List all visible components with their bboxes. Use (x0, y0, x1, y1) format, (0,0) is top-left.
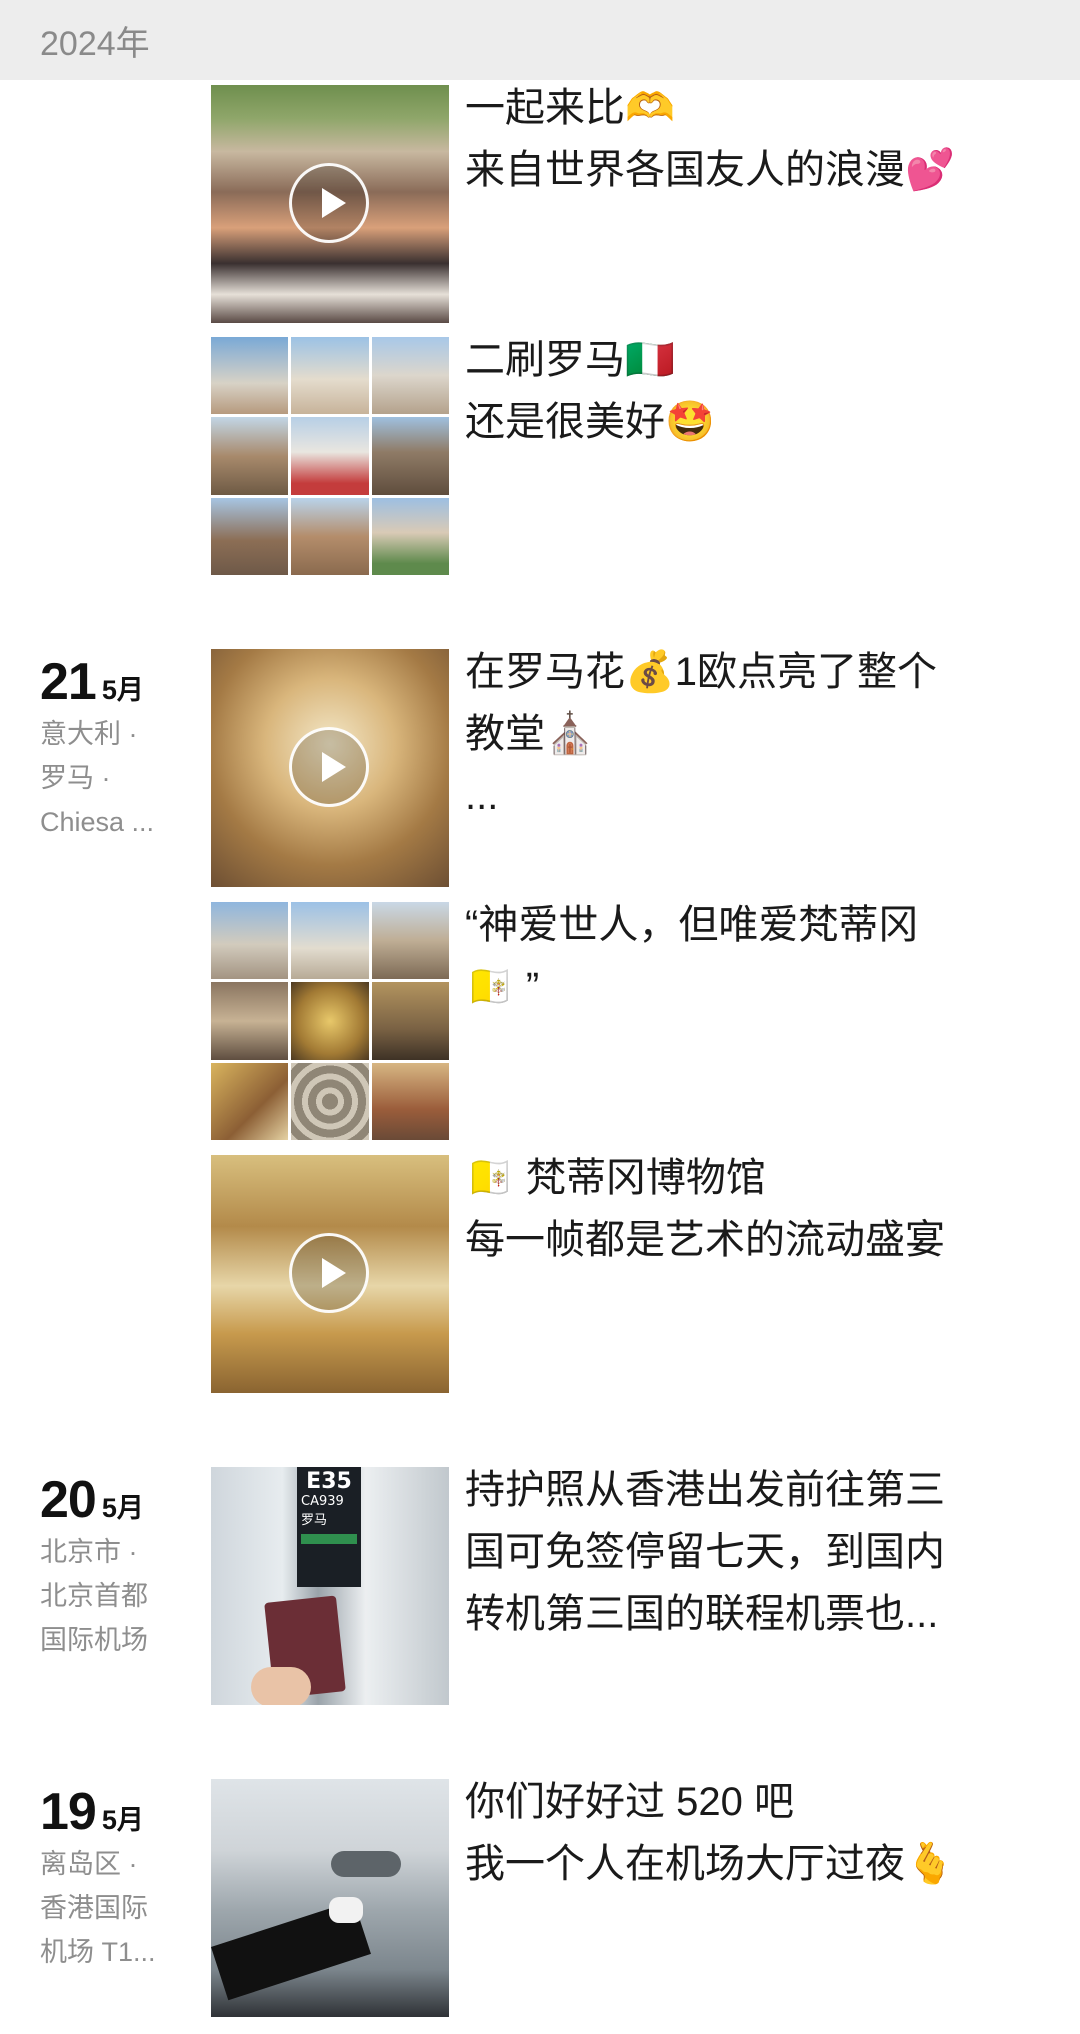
post-caption[interactable]: 一起来比🫶 来自世界各国友人的浪漫💕 (465, 77, 1025, 201)
month-label: 5月 (101, 675, 144, 705)
caption-line: 你们好好过 520 吧 (465, 1780, 794, 1824)
location-line: 离岛区 · (40, 1849, 138, 1879)
date-block: 19 5月 离岛区 · 香港国际 机场 T1... (40, 1782, 190, 1974)
sneaker (329, 1897, 363, 1923)
caption-line: ... (465, 774, 499, 818)
photo-grid[interactable] (211, 902, 449, 1140)
post-caption[interactable]: 持护照从香港出发前往第三 国可免签停留七天，到国内 转机第三国的联程机票也... (465, 1459, 1025, 1645)
caption-line: 来自世界各国友人的浪漫💕 (465, 148, 955, 192)
day-number: 21 (40, 653, 97, 711)
flight-number: CA939 (301, 1494, 344, 1509)
photo-thumb (371, 1062, 449, 1140)
gate-number: E35 (306, 1469, 352, 1494)
post-item[interactable]: 二刷罗马🇮🇹 还是很美好🤩 (211, 337, 1041, 575)
post-caption[interactable]: “神爱世人，但唯爱梵蒂冈 🇻🇦 ” (465, 894, 1025, 1018)
play-icon[interactable] (289, 727, 369, 807)
caption-line: 转机第三国的联程机票也... (465, 1592, 939, 1636)
location-line: 香港国际 (40, 1893, 148, 1923)
caption-line: 教堂⛪ (465, 712, 595, 756)
location-line: 国际机场 (40, 1625, 148, 1655)
photo-thumb (291, 982, 369, 1060)
photo-thumb (211, 417, 289, 495)
caption-line: 每一帧都是艺术的流动盛宴 (465, 1218, 945, 1262)
caption-line: 一起来比🫶 (465, 86, 675, 130)
photo-thumb (371, 337, 449, 415)
post-item[interactable]: 一起来比🫶 来自世界各国友人的浪漫💕 (211, 85, 1041, 323)
photo-thumb (211, 902, 289, 980)
month-label: 5月 (101, 1805, 144, 1835)
photo-thumb (291, 1062, 369, 1140)
gate-sign: E35 CA939 罗马 (297, 1467, 361, 1587)
caption-line: 国可免签停留七天，到国内 (465, 1530, 945, 1574)
caption-line: 二刷罗马🇮🇹 (465, 338, 675, 382)
photo-thumb (371, 417, 449, 495)
video-thumbnail[interactable] (211, 1155, 449, 1393)
date: 21 5月 (40, 652, 190, 712)
location-line: 北京首都 (40, 1581, 148, 1611)
post-caption[interactable]: 你们好好过 520 吧 我一个人在机场大厅过夜🫰 (465, 1771, 1025, 1895)
month-label: 5月 (101, 1493, 144, 1523)
caption-line: “神爱世人，但唯爱梵蒂冈 (465, 903, 919, 947)
location-line: 机场 T1... (40, 1937, 156, 1967)
photo-thumbnail[interactable] (211, 1779, 449, 2017)
bench (331, 1851, 401, 1877)
day-number: 20 (40, 1471, 97, 1529)
post-item[interactable]: “神爱世人，但唯爱梵蒂冈 🇻🇦 ” (211, 902, 1041, 1140)
caption-line: 还是很美好🤩 (465, 400, 715, 444)
date-block: 20 5月 北京市 · 北京首都 国际机场 (40, 1470, 190, 1662)
date: 19 5月 (40, 1782, 190, 1842)
photo-thumb (291, 902, 369, 980)
date: 20 5月 (40, 1470, 190, 1530)
photo-thumb (371, 982, 449, 1060)
year-header: 2024年 (0, 0, 1080, 80)
caption-line: 我一个人在机场大厅过夜🫰 (465, 1842, 955, 1886)
photo-thumb (211, 982, 289, 1060)
post-caption[interactable]: 在罗马花💰1欧点亮了整个 教堂⛪ ... (465, 641, 1025, 827)
photo-thumb (211, 1062, 289, 1140)
photo-thumb (291, 497, 369, 575)
play-icon[interactable] (289, 1233, 369, 1313)
year-label: 2024年 (40, 24, 150, 63)
day-number: 19 (40, 1783, 97, 1841)
post-caption[interactable]: 二刷罗马🇮🇹 还是很美好🤩 (465, 329, 1025, 453)
photo-grid[interactable] (211, 337, 449, 575)
post-item[interactable]: 🇻🇦 梵蒂冈博物馆 每一帧都是艺术的流动盛宴 (211, 1155, 1041, 1393)
photo-thumb (211, 497, 289, 575)
location-line: 北京市 · (40, 1537, 138, 1567)
post-item[interactable]: 在罗马花💰1欧点亮了整个 教堂⛪ ... (211, 649, 1041, 887)
photo-thumb (211, 337, 289, 415)
play-icon[interactable] (289, 163, 369, 243)
caption-line: 在罗马花💰1欧点亮了整个 (465, 650, 938, 694)
location-line: 罗马 · (40, 763, 111, 793)
destination: 罗马 (301, 1513, 328, 1528)
location-line: Chiesa ... (40, 807, 155, 837)
photo-thumb (291, 337, 369, 415)
photo-thumb (291, 417, 369, 495)
video-thumbnail[interactable] (211, 85, 449, 323)
post-caption[interactable]: 🇻🇦 梵蒂冈博物馆 每一帧都是艺术的流动盛宴 (465, 1147, 1025, 1271)
video-thumbnail[interactable] (211, 649, 449, 887)
photo-thumb (371, 902, 449, 980)
caption-line: 🇻🇦 梵蒂冈博物馆 (465, 1156, 766, 1200)
post-item[interactable]: 你们好好过 520 吧 我一个人在机场大厅过夜🫰 (211, 1779, 1041, 2017)
date-block: 21 5月 意大利 · 罗马 · Chiesa ... (40, 652, 190, 844)
location-line: 意大利 · (40, 719, 138, 749)
photo-thumb (371, 497, 449, 575)
hand (251, 1667, 311, 1705)
photo-thumbnail[interactable]: E35 CA939 罗马 (211, 1467, 449, 1705)
caption-line: 持护照从香港出发前往第三 (465, 1468, 945, 1512)
caption-line: 🇻🇦 ” (465, 965, 540, 1009)
post-item[interactable]: E35 CA939 罗马 持护照从香港出发前往第三 国可免签停留七天，到国内 转… (211, 1467, 1041, 1705)
